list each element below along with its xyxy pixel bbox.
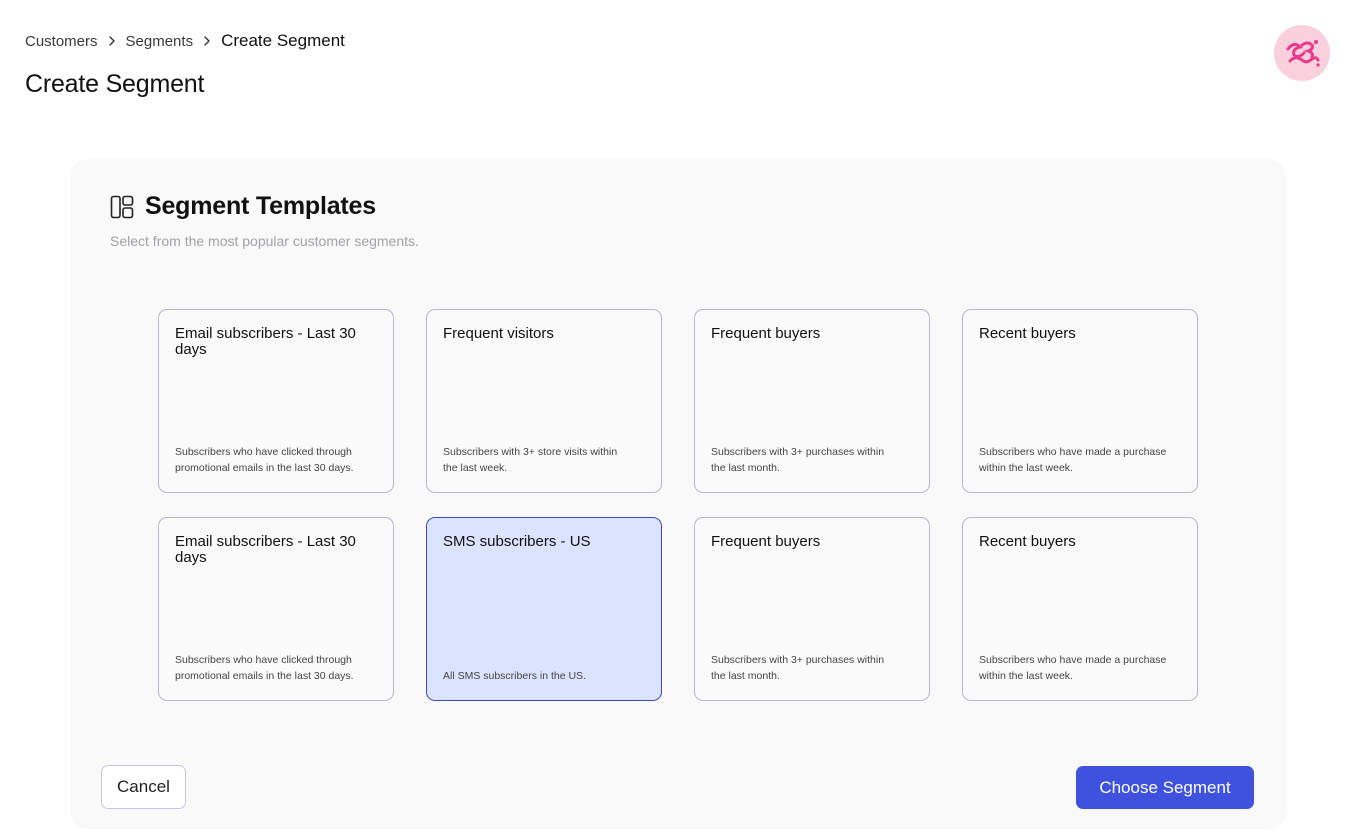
template-card-title: Recent buyers [979, 533, 1076, 550]
template-card-title: Frequent visitors [443, 325, 554, 342]
template-card-description: Subscribers who have made a purchase wit… [979, 654, 1167, 682]
breadcrumb: Customers Segments Create Segment [25, 31, 345, 51]
template-card-description: Subscribers who have clicked through pro… [175, 446, 354, 474]
page-title: Create Segment [25, 70, 205, 98]
template-card-selected[interactable]: SMS subscribers - US All SMS subscribers… [426, 517, 662, 701]
chevron-right-icon [193, 36, 221, 46]
template-card-title: SMS subscribers - US [443, 533, 591, 550]
breadcrumb-current: Create Segment [221, 31, 345, 50]
chevron-right-icon [98, 36, 126, 46]
template-card-description: Subscribers with 3+ purchases within the… [711, 446, 885, 474]
template-card-description: All SMS subscribers in the US. [443, 670, 586, 682]
panel-title: Segment Templates [145, 192, 376, 220]
template-card-description: Subscribers with 3+ store visits within … [443, 446, 618, 474]
templates-grid: Email subscribers - Last 30 days Subscri… [158, 309, 1198, 701]
panel-header: Segment Templates [110, 192, 376, 221]
template-card[interactable]: Email subscribers - Last 30 days Subscri… [158, 309, 394, 493]
brand-logo-icon [1274, 25, 1330, 81]
template-card[interactable]: Email subscribers - Last 30 days Subscri… [158, 517, 394, 701]
cancel-button[interactable]: Cancel [101, 765, 186, 809]
template-card-description: Subscribers who have made a purchase wit… [979, 446, 1167, 474]
template-card-title: Email subscribers - Last 30 days [175, 325, 356, 358]
segment-templates-panel: Segment Templates Select from the most p… [70, 159, 1286, 829]
template-card-description: Subscribers with 3+ purchases within the… [711, 654, 885, 682]
panel-subtitle: Select from the most popular customer se… [110, 233, 419, 249]
template-card-description: Subscribers who have clicked through pro… [175, 654, 354, 682]
template-card-title: Recent buyers [979, 325, 1076, 342]
template-card[interactable]: Frequent buyers Subscribers with 3+ purc… [694, 517, 930, 701]
avatar[interactable] [1274, 25, 1330, 81]
breadcrumb-segments[interactable]: Segments [126, 33, 194, 50]
template-card[interactable]: Frequent visitors Subscribers with 3+ st… [426, 309, 662, 493]
template-card-title: Frequent buyers [711, 533, 821, 550]
breadcrumb-customers[interactable]: Customers [25, 33, 98, 50]
template-card[interactable]: Recent buyers Subscribers who have made … [962, 517, 1198, 701]
template-card[interactable]: Recent buyers Subscribers who have made … [962, 309, 1198, 493]
choose-segment-button[interactable]: Choose Segment [1076, 766, 1254, 809]
template-card-title: Frequent buyers [711, 325, 821, 342]
templates-icon [110, 195, 134, 219]
template-card[interactable]: Frequent buyers Subscribers with 3+ purc… [694, 309, 930, 493]
template-card-title: Email subscribers - Last 30 days [175, 533, 356, 566]
create-segment-page: Customers Segments Create Segment Create… [0, 0, 1356, 837]
